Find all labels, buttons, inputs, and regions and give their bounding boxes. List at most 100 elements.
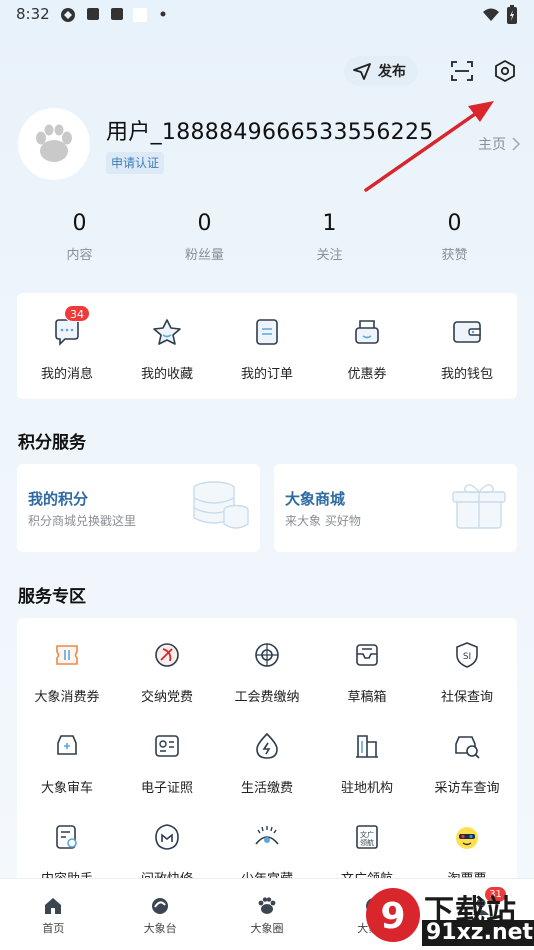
avatar[interactable] bbox=[18, 108, 90, 180]
status-time: 8:32 bbox=[16, 5, 50, 23]
stat-fans[interactable]: 0 粉丝量 bbox=[142, 210, 267, 263]
quick-link-label: 我的订单 bbox=[240, 367, 293, 382]
id-card-icon bbox=[152, 731, 182, 761]
stat-value: 1 bbox=[322, 211, 337, 236]
more-dot-icon bbox=[160, 11, 166, 17]
utility-icon bbox=[252, 731, 282, 761]
publish-button[interactable]: 发布 bbox=[344, 56, 418, 86]
profile-stats: 0 内容 0 粉丝量 1 关注 0 获赞 bbox=[0, 210, 534, 263]
verify-button[interactable]: 申请认证 bbox=[106, 152, 165, 174]
app-notification-icon bbox=[61, 8, 75, 22]
service-item[interactable]: 淘票票 bbox=[417, 800, 517, 888]
service-item-label: 大象审车 bbox=[40, 781, 93, 796]
star-icon bbox=[153, 319, 181, 345]
service-item[interactable]: 电子证照 bbox=[117, 709, 217, 800]
mall-card-title: 大象商城 bbox=[285, 490, 346, 508]
service-item-label: 电子证照 bbox=[140, 781, 193, 796]
service-item[interactable]: 草稿箱 bbox=[317, 618, 417, 709]
quick-link-orders[interactable]: 我的订单 bbox=[217, 293, 317, 399]
service-item[interactable]: 交纳党费 bbox=[117, 618, 217, 709]
service-item-label: 采访车查询 bbox=[434, 781, 500, 796]
stat-label: 关注 bbox=[316, 248, 343, 263]
tab-tv[interactable]: 大象台 bbox=[107, 879, 214, 950]
service-item-label: 驻地机构 bbox=[340, 781, 393, 796]
stat-content[interactable]: 0 内容 bbox=[17, 210, 142, 263]
service-item-label: 社保查询 bbox=[440, 690, 493, 705]
quick-link-favorites[interactable]: 我的收藏 bbox=[117, 293, 217, 399]
quick-link-label: 我的钱包 bbox=[440, 367, 493, 382]
service-section-title: 服务专区 bbox=[18, 587, 86, 607]
my-points-card[interactable]: 我的积分 积分商城兑换戳这里 bbox=[17, 464, 260, 552]
quick-link-messages[interactable]: 34 我的消息 bbox=[17, 293, 117, 399]
paw-icon bbox=[258, 897, 276, 914]
settings-icon[interactable] bbox=[492, 58, 518, 84]
service-grid-card: 大象消费券 交纳党费 工会费缴纳 草稿箱 SI 社保查询大象审车 电子证照 生活缴费 驻地机构 采… bbox=[17, 618, 517, 888]
stat-value: 0 bbox=[447, 211, 462, 236]
service-item[interactable]: 文广领航文广领航 bbox=[317, 800, 417, 888]
building-icon bbox=[352, 731, 382, 761]
home-link[interactable]: 主页 bbox=[478, 134, 520, 154]
stat-label: 内容 bbox=[66, 248, 93, 263]
wifi-icon bbox=[483, 8, 499, 21]
mall-card[interactable]: 大象商城 来大象 买好物 bbox=[274, 464, 517, 552]
service-item[interactable]: 大象消费券 bbox=[17, 618, 117, 709]
username: 用户_1888849666533556225 bbox=[106, 120, 434, 145]
status-bar: 8:32 bbox=[0, 0, 534, 30]
service-item-label: 生活缴费 bbox=[240, 781, 293, 796]
scan-icon[interactable] bbox=[449, 58, 475, 84]
quick-link-label: 优惠券 bbox=[347, 367, 387, 382]
publish-label: 发布 bbox=[378, 64, 406, 80]
car-search-icon bbox=[452, 731, 482, 761]
service-item[interactable]: 大象审车 bbox=[17, 709, 117, 800]
gift-box-icon bbox=[452, 484, 506, 529]
service-grid: 大象消费券 交纳党费 工会费缴纳 草稿箱 SI 社保查询大象审车 电子证照 生活缴费 驻地机构 采… bbox=[17, 618, 517, 888]
top-actions: 发布 bbox=[0, 56, 534, 86]
service-item[interactable]: 生活缴费 bbox=[217, 709, 317, 800]
quick-link-wallet[interactable]: 我的钱包 bbox=[417, 293, 517, 399]
coupon-icon bbox=[355, 320, 379, 344]
social-security-icon: SI bbox=[452, 640, 482, 670]
stat-value: 0 bbox=[197, 211, 212, 236]
quick-link-coupons[interactable]: 优惠券 bbox=[317, 293, 417, 399]
tab-home[interactable]: 首页 bbox=[0, 879, 107, 950]
service-item[interactable]: SI 社保查询 bbox=[417, 618, 517, 709]
svg-text:文广: 文广 bbox=[360, 830, 374, 839]
stat-likes[interactable]: 0 获赞 bbox=[392, 210, 517, 263]
notification-white-icon bbox=[133, 8, 147, 22]
stat-label: 粉丝量 bbox=[184, 248, 224, 263]
service-item[interactable]: 工会费缴纳 bbox=[217, 618, 317, 709]
culture-icon: 文广 领航 bbox=[352, 822, 382, 852]
message-count-badge: 34 bbox=[64, 305, 90, 322]
tab-label: 大象圈 bbox=[250, 922, 284, 935]
quick-link-label: 我的收藏 bbox=[140, 367, 193, 382]
stat-label: 获赞 bbox=[441, 248, 468, 263]
quick-link-label: 我的消息 bbox=[40, 367, 93, 382]
service-item-label: 草稿箱 bbox=[347, 690, 387, 705]
service-item[interactable]: 驻地机构 bbox=[317, 709, 417, 800]
repair-icon bbox=[152, 822, 182, 852]
battery-icon bbox=[507, 5, 517, 24]
service-item[interactable]: 少年宫藏 bbox=[217, 800, 317, 888]
tab-label: 首页 bbox=[42, 922, 65, 935]
stat-value: 0 bbox=[72, 211, 87, 236]
service-item-label: 交纳党费 bbox=[140, 690, 193, 705]
tab-label: 大象台 bbox=[143, 922, 177, 935]
points-section-title: 积分服务 bbox=[18, 433, 86, 453]
tv-icon bbox=[152, 898, 169, 914]
youth-palace-icon bbox=[252, 822, 282, 852]
service-item[interactable]: 采访车查询 bbox=[417, 709, 517, 800]
service-item[interactable]: 问政快修 bbox=[117, 800, 217, 888]
watermark-line2: 91xz.net bbox=[422, 920, 534, 946]
notification-square-icon bbox=[87, 8, 99, 20]
send-icon bbox=[353, 63, 371, 80]
order-icon bbox=[256, 319, 278, 345]
svg-text:领航: 领航 bbox=[360, 838, 374, 847]
stat-following[interactable]: 1 关注 bbox=[267, 210, 392, 263]
voucher-icon bbox=[52, 640, 82, 670]
service-item[interactable]: 内容助手 bbox=[17, 800, 117, 888]
watermark-logo-glyph: 9 bbox=[380, 896, 405, 937]
tab-circle[interactable]: 大象圈 bbox=[214, 879, 321, 950]
party-emblem-icon bbox=[152, 640, 182, 670]
notification-square-icon bbox=[111, 8, 123, 20]
points-card-subtitle: 积分商城兑换戳这里 bbox=[28, 514, 137, 528]
